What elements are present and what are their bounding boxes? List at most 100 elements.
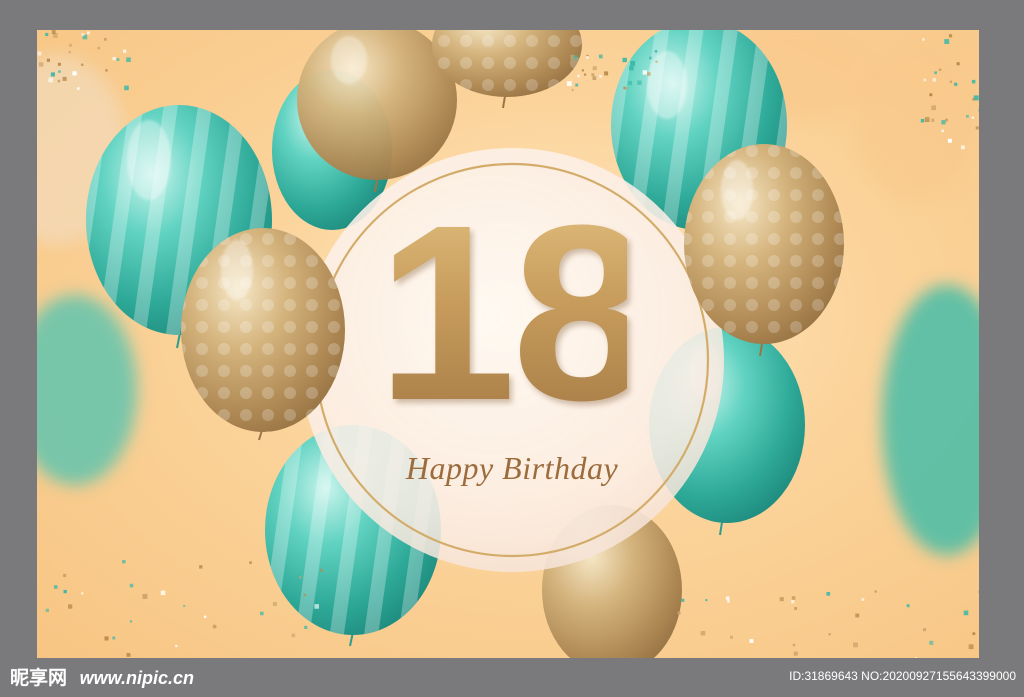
- confetti-piece: [622, 57, 627, 63]
- confetti-piece: [923, 628, 926, 632]
- confetti-piece: [126, 653, 131, 657]
- confetti-piece: [700, 631, 706, 636]
- confetti-piece: [934, 71, 937, 75]
- confetti-piece: [705, 599, 708, 602]
- confetti-piece: [38, 62, 44, 67]
- confetti-piece: [573, 55, 578, 60]
- confetti-piece: [949, 80, 953, 83]
- confetti-piece: [966, 114, 969, 118]
- confetti-piece: [627, 80, 633, 86]
- confetti-piece: [826, 592, 831, 596]
- confetti-piece: [592, 66, 597, 71]
- confetti-piece: [116, 58, 120, 61]
- confetti-piece: [319, 568, 323, 572]
- confetti-piece: [104, 636, 109, 641]
- confetti-piece: [575, 83, 579, 87]
- confetti-piece: [944, 39, 950, 44]
- confetti-piece: [51, 30, 56, 34]
- confetti-piece: [948, 34, 953, 38]
- confetti-piece: [591, 73, 595, 77]
- greeting-text: Happy Birthday: [405, 450, 619, 486]
- confetti-piece: [68, 51, 71, 54]
- confetti-piece: [931, 118, 935, 122]
- confetti-piece: [920, 119, 925, 123]
- confetti-piece: [874, 590, 877, 593]
- confetti-piece: [792, 643, 796, 647]
- confetti-piece: [861, 598, 865, 601]
- confetti-piece: [677, 611, 681, 615]
- confetti-piece: [592, 76, 597, 80]
- confetti-piece: [105, 69, 108, 72]
- confetti-piece: [681, 598, 685, 602]
- confetti-piece: [46, 58, 50, 62]
- confetti-piece: [123, 49, 127, 53]
- confetti-piece: [941, 129, 944, 133]
- confetti-piece: [304, 625, 308, 629]
- confetti-piece: [978, 109, 979, 112]
- confetti-piece: [853, 642, 858, 648]
- confetti-piece: [54, 585, 58, 589]
- confetti-piece: [794, 607, 798, 610]
- confetti-piece: [925, 116, 930, 121]
- confetti-piece: [45, 608, 49, 612]
- confetti-piece: [828, 633, 831, 636]
- confetti-piece: [45, 32, 49, 37]
- confetti-piece: [63, 589, 67, 594]
- site-url: www.nipic.cn: [79, 668, 194, 688]
- confetti-piece: [963, 610, 969, 616]
- confetti-piece: [932, 78, 936, 82]
- birthday-card: 18 Happy Birthday: [37, 30, 979, 658]
- confetti-piece: [199, 565, 203, 569]
- confetti-piece: [947, 138, 952, 143]
- confetti-piece: [655, 60, 658, 63]
- confetti-piece: [855, 613, 860, 618]
- confetti-piece: [291, 633, 296, 638]
- confetti-piece: [314, 604, 319, 609]
- confetti-piece: [584, 73, 587, 76]
- confetti-piece: [272, 602, 277, 607]
- confetti-piece: [954, 82, 958, 86]
- confetti-piece: [249, 561, 252, 564]
- confetti-piece: [299, 576, 302, 579]
- confetti-piece: [599, 74, 602, 78]
- confetti-piece: [112, 57, 116, 61]
- confetti-piece: [50, 72, 55, 77]
- confetti-piece: [971, 79, 976, 84]
- confetti-piece: [129, 620, 133, 623]
- confetti-piece: [142, 594, 148, 599]
- confetti-piece: [103, 37, 107, 41]
- confetti-piece: [81, 33, 85, 36]
- confetti-piece: [68, 604, 73, 609]
- confetti-piece: [922, 38, 925, 41]
- confetti-piece: [624, 87, 628, 90]
- confetti-piece: [81, 592, 84, 595]
- confetti-piece: [972, 98, 975, 101]
- confetti-piece: [57, 79, 61, 83]
- age-number: 18: [377, 173, 651, 452]
- confetti-piece: [57, 62, 61, 66]
- confetti-piece: [577, 74, 580, 78]
- confetti-piece: [62, 76, 67, 81]
- confetti-piece: [566, 81, 572, 86]
- confetti-piece: [938, 68, 942, 71]
- confetti-piece: [725, 596, 730, 601]
- confetti-piece: [642, 70, 647, 75]
- confetti-piece: [975, 126, 979, 130]
- confetti-piece: [63, 573, 67, 577]
- confetti-piece: [37, 51, 42, 56]
- image-id: ID:31869643 NO:20200927155643399000: [789, 669, 1016, 683]
- confetti-piece: [203, 615, 207, 618]
- confetti-piece: [730, 635, 733, 639]
- confetti-piece: [303, 593, 307, 597]
- confetti-piece: [586, 56, 589, 59]
- confetti-piece: [649, 56, 652, 60]
- confetti-piece: [72, 71, 77, 76]
- confetti-piece: [86, 31, 90, 35]
- confetti-piece: [77, 87, 80, 90]
- confetti-piece: [81, 63, 84, 66]
- confetti-piece: [929, 93, 933, 97]
- confetti-piece: [183, 604, 186, 607]
- confetti-piece: [727, 600, 730, 603]
- confetti-piece: [69, 43, 72, 47]
- confetti-piece: [48, 77, 53, 83]
